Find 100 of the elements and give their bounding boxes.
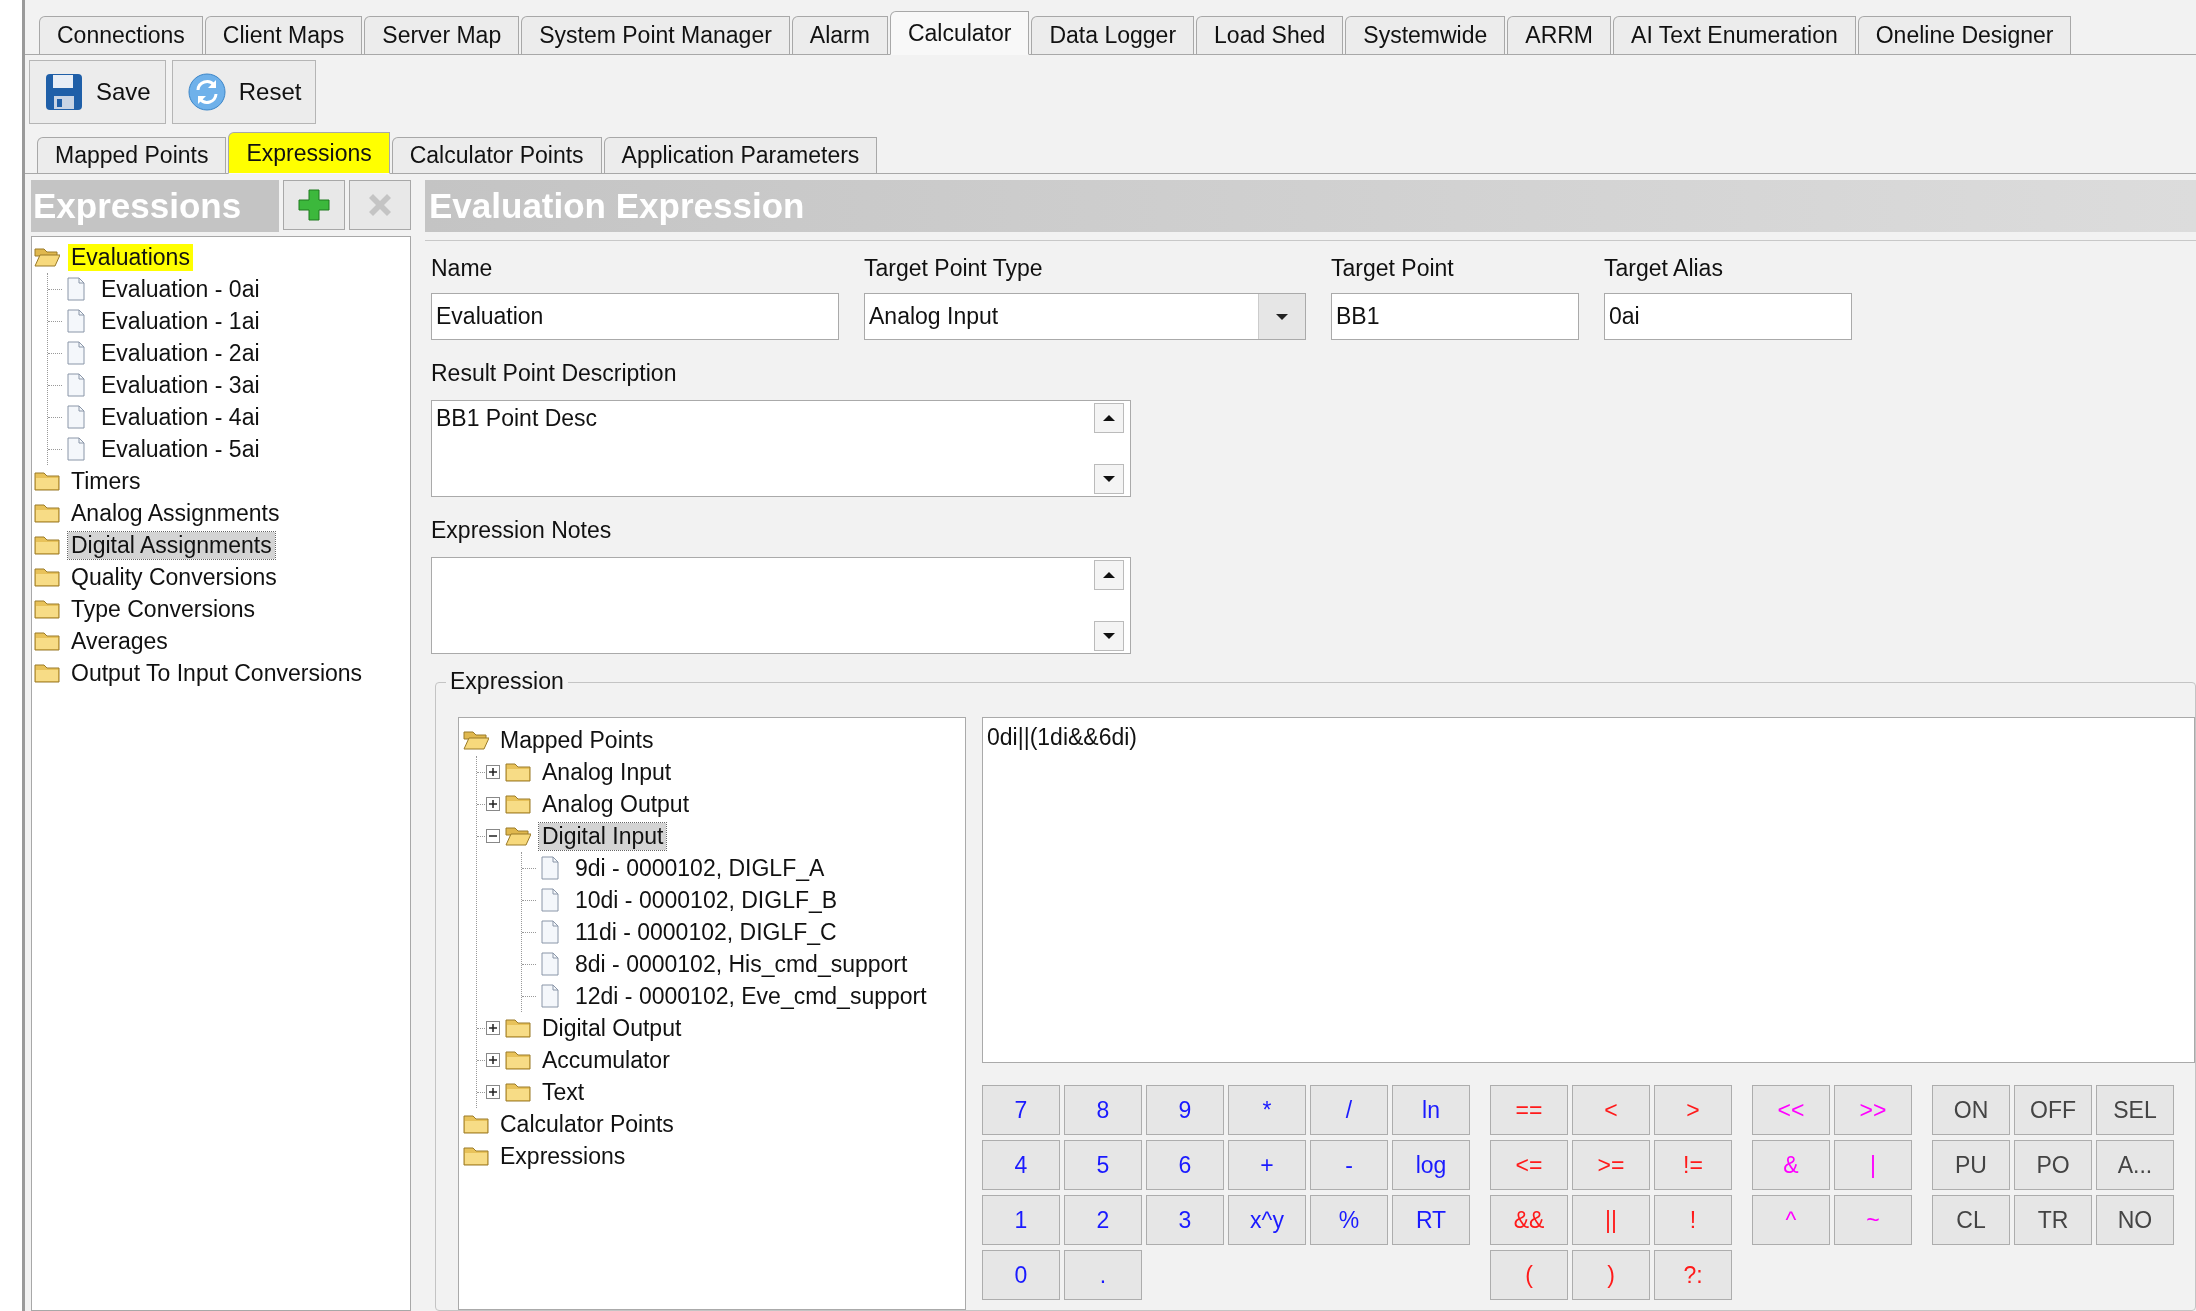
key-button[interactable]: PO — [2014, 1140, 2092, 1190]
key-button[interactable]: . — [1064, 1250, 1142, 1300]
input-field[interactable]: Evaluation — [431, 293, 839, 340]
tree-item[interactable]: Digital Output — [539, 1014, 685, 1042]
key-button[interactable]: 8 — [1064, 1085, 1142, 1135]
tree-item[interactable]: Evaluation - 2ai — [98, 339, 263, 367]
scroll-up-button[interactable] — [1094, 560, 1124, 590]
plus-box-icon[interactable] — [485, 1084, 501, 1100]
key-button[interactable]: - — [1310, 1140, 1388, 1190]
scroll-down-button[interactable] — [1094, 621, 1124, 651]
tab[interactable]: ARRM — [1507, 16, 1612, 54]
tree-item[interactable]: 8di - 0000102, His_cmd_support — [572, 950, 911, 978]
field-label: Target Alias — [1604, 255, 1724, 281]
tree-item[interactable]: Digital Assignments — [68, 531, 275, 559]
tree-item[interactable]: Evaluation - 0ai — [98, 275, 263, 303]
key-button[interactable]: CL — [1932, 1195, 2010, 1245]
tree-item[interactable]: Digital Input — [539, 822, 667, 850]
up-arrow-icon — [1102, 570, 1116, 580]
field-label: Target Point Type — [864, 255, 1044, 281]
plus-box-icon[interactable] — [485, 1052, 501, 1068]
tree-item[interactable]: Averages — [68, 627, 171, 655]
tree-item[interactable]: 9di - 0000102, DIGLF_A — [572, 854, 828, 882]
key-button[interactable]: 0 — [982, 1250, 1060, 1300]
tab[interactable]: Systemwide — [1345, 16, 1506, 54]
tree-item[interactable]: Output To Input Conversions — [68, 659, 366, 687]
tree-item[interactable]: Mapped Points — [497, 726, 657, 754]
tree-item[interactable]: 11di - 0000102, DIGLF_C — [572, 918, 840, 946]
plus-icon — [297, 188, 331, 222]
tab[interactable]: Calculator Points — [391, 137, 602, 173]
plus-box-icon[interactable] — [485, 1020, 501, 1036]
tab[interactable]: System Point Manager — [521, 16, 790, 54]
scroll-up-button[interactable] — [1094, 403, 1124, 433]
plus-box-icon[interactable] — [485, 764, 501, 780]
tree-item[interactable]: Evaluation - 3ai — [98, 371, 263, 399]
tree-item[interactable]: Evaluation - 1ai — [98, 307, 263, 335]
key-button[interactable]: ln — [1392, 1085, 1470, 1135]
scroll-down-button[interactable] — [1094, 464, 1124, 494]
tab[interactable]: Mapped Points — [37, 137, 227, 173]
plus-box-icon[interactable] — [485, 796, 501, 812]
key-button[interactable]: 5 — [1064, 1140, 1142, 1190]
dropdown[interactable]: Analog Input — [864, 293, 1306, 340]
field-label: Target Point — [1331, 255, 1455, 281]
tab[interactable]: Expressions — [228, 132, 390, 174]
tab[interactable]: Oneline Designer — [1857, 16, 2072, 54]
key-button[interactable]: 4 — [982, 1140, 1060, 1190]
tree-item[interactable]: Evaluation - 4ai — [98, 403, 263, 431]
input-field[interactable]: BB1 — [1331, 293, 1579, 340]
tree-item[interactable]: Type Conversions — [68, 595, 259, 623]
tab[interactable]: Connections — [39, 16, 203, 54]
tab[interactable]: Data Logger — [1031, 16, 1195, 54]
field-label: Name — [431, 255, 494, 281]
tab[interactable]: Server Map — [364, 16, 520, 54]
input-field[interactable]: 0ai — [1604, 293, 1852, 340]
key-button[interactable]: 3 — [1146, 1195, 1224, 1245]
key-button[interactable]: PU — [1932, 1140, 2010, 1190]
reset-button[interactable]: Reset — [171, 60, 317, 124]
tree-item[interactable]: Calculator Points — [497, 1110, 677, 1138]
key-button[interactable]: / — [1310, 1085, 1388, 1135]
key-button[interactable]: 6 — [1146, 1140, 1224, 1190]
key-button[interactable]: x^y — [1228, 1195, 1306, 1245]
key-button[interactable]: + — [1228, 1140, 1306, 1190]
key-button[interactable]: 9 — [1146, 1085, 1224, 1135]
key-button[interactable]: A... — [2096, 1140, 2174, 1190]
tab[interactable]: Client Maps — [204, 16, 363, 54]
key-button[interactable]: 7 — [982, 1085, 1060, 1135]
tree-item[interactable]: 12di - 0000102, Eve_cmd_support — [572, 982, 930, 1010]
minus-box-icon[interactable] — [485, 828, 501, 844]
tab[interactable]: Load Shed — [1196, 16, 1344, 54]
tab[interactable]: Application Parameters — [603, 137, 878, 173]
key-button[interactable]: % — [1310, 1195, 1388, 1245]
tab[interactable]: AI Text Enumeration — [1613, 16, 1856, 54]
tree-item[interactable]: Text — [539, 1078, 588, 1106]
tree-item[interactable]: Quality Conversions — [68, 563, 280, 591]
key-button[interactable]: OFF — [2014, 1085, 2092, 1135]
tree-item[interactable]: Accumulator — [539, 1046, 673, 1074]
tree-item[interactable]: Timers — [68, 467, 144, 495]
tree-item[interactable]: 10di - 0000102, DIGLF_B — [572, 886, 841, 914]
tree-item[interactable]: Expressions — [497, 1142, 629, 1170]
tree-item[interactable]: Analog Output — [539, 790, 693, 818]
key-button[interactable]: * — [1228, 1085, 1306, 1135]
field-label: Result Point Description — [431, 360, 678, 386]
tab[interactable]: Calculator — [889, 11, 1030, 55]
key-button[interactable]: log — [1392, 1140, 1470, 1190]
key-button[interactable]: NO — [2096, 1195, 2174, 1245]
tab[interactable]: Alarm — [791, 16, 888, 54]
tree-item[interactable]: Analog Input — [539, 758, 675, 786]
key-button[interactable]: 2 — [1064, 1195, 1142, 1245]
key-button[interactable]: RT — [1392, 1195, 1470, 1245]
add-button[interactable] — [283, 180, 345, 230]
key-button[interactable]: ON — [1932, 1085, 2010, 1135]
tree-item[interactable]: Evaluations — [68, 243, 193, 271]
key-button[interactable]: TR — [2014, 1195, 2092, 1245]
down-arrow-icon — [1102, 631, 1116, 641]
tree-item[interactable]: Analog Assignments — [68, 499, 283, 527]
key-button[interactable]: SEL — [2096, 1085, 2174, 1135]
save-button[interactable]: Save — [29, 60, 166, 124]
tree-item[interactable]: Evaluation - 5ai — [98, 435, 263, 463]
key-button[interactable]: 1 — [982, 1195, 1060, 1245]
expression-field[interactable]: 0di||(1di&&6di) — [982, 717, 2195, 1063]
text-area[interactable]: BB1 Point Desc — [431, 400, 1131, 497]
